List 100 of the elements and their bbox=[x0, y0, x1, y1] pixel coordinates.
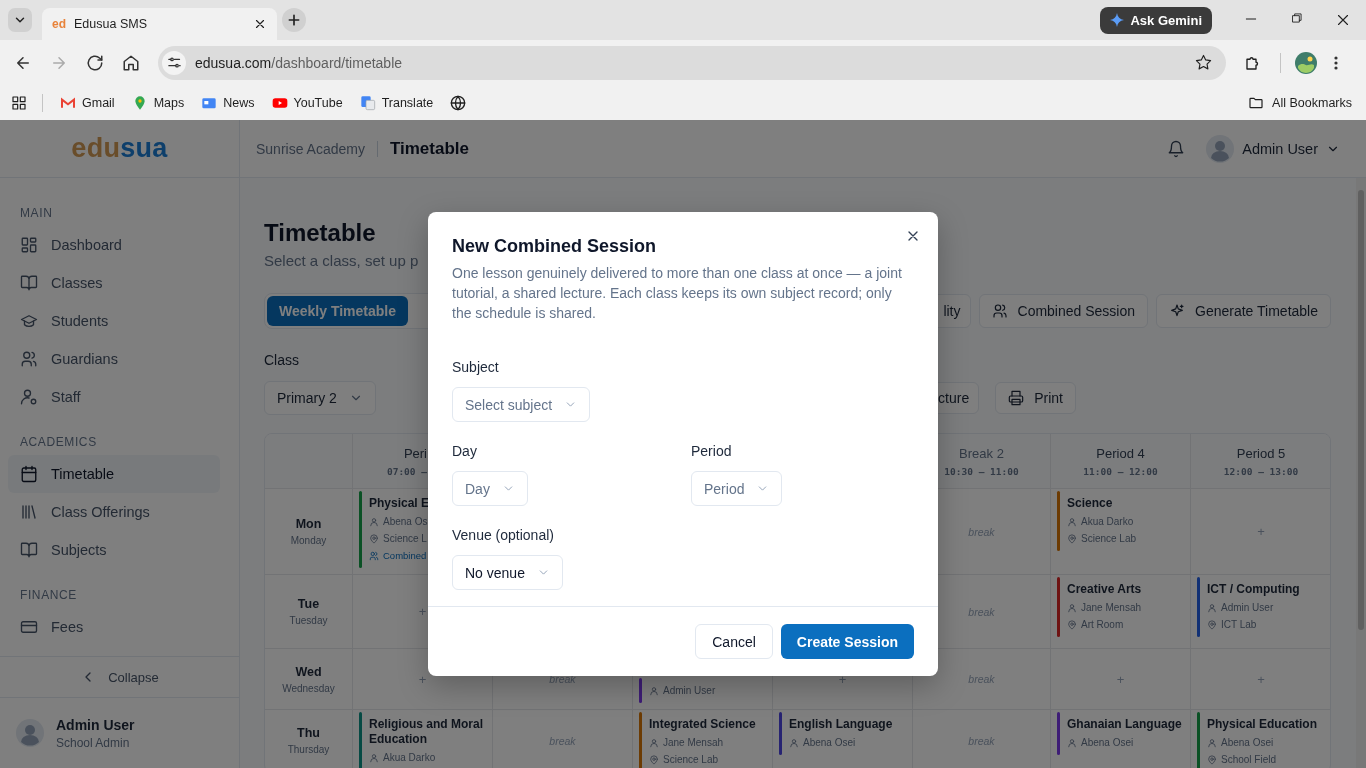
user-menu-button[interactable]: Admin User bbox=[1242, 140, 1340, 157]
class-dropdown[interactable]: Primary 2 bbox=[264, 381, 376, 415]
cancel-button[interactable]: Cancel bbox=[695, 624, 773, 659]
collapse-button[interactable]: Collapse bbox=[80, 669, 159, 685]
subject-name: ICT / Computing bbox=[1207, 581, 1300, 598]
teacher-name: Abena Osei bbox=[1081, 736, 1134, 750]
reload-icon[interactable] bbox=[86, 53, 104, 72]
tool-button[interactable]: Print bbox=[995, 382, 1076, 414]
venue-name: School Field bbox=[1221, 753, 1277, 767]
nav-item[interactable]: Class Offerings bbox=[8, 493, 220, 531]
translate-icon bbox=[359, 94, 376, 111]
day-name: Tue bbox=[297, 597, 320, 611]
globe-icon[interactable] bbox=[450, 94, 467, 111]
teacher-name: Jane Mensah bbox=[1081, 601, 1142, 615]
grid-icon bbox=[20, 236, 38, 254]
field-label: Venue (optional) bbox=[452, 526, 554, 544]
select-field[interactable]: No venue bbox=[452, 555, 563, 590]
browser-tab[interactable]: ed Edusua SMS bbox=[42, 8, 277, 40]
teacher-name: Akua Darko bbox=[1081, 515, 1134, 529]
site-settings-button[interactable] bbox=[162, 50, 186, 75]
person-icon bbox=[649, 685, 659, 696]
time-range: 11:00 — 12:00 bbox=[1083, 465, 1158, 477]
nav-item[interactable]: Dashboard bbox=[8, 226, 220, 264]
select-field[interactable]: Select subject bbox=[452, 387, 591, 422]
combined-tag: Combined bbox=[383, 547, 427, 564]
graduation-cap-icon bbox=[20, 312, 38, 330]
map-pin-icon bbox=[1067, 619, 1077, 630]
school-name: Sunrise Academy bbox=[256, 140, 365, 157]
dialog-title: New Combined Session bbox=[452, 235, 658, 258]
day-full-name: Thursday bbox=[287, 744, 330, 755]
page-title: Timetable bbox=[389, 138, 469, 159]
map-pin-icon bbox=[1207, 754, 1217, 765]
action-button[interactable]: Combined Session bbox=[978, 294, 1149, 328]
nav-item[interactable]: Students bbox=[8, 302, 220, 340]
nav-item[interactable]: Guardians bbox=[8, 340, 220, 378]
credit-card-icon bbox=[20, 618, 38, 636]
nav-item[interactable]: Fees bbox=[8, 608, 220, 646]
star-icon[interactable] bbox=[1195, 54, 1212, 71]
field-label: Day bbox=[452, 442, 477, 460]
column-header: Period 5 bbox=[1236, 445, 1286, 461]
home-icon[interactable] bbox=[122, 53, 140, 72]
favicon: ed bbox=[52, 17, 66, 31]
restore-icon[interactable] bbox=[1290, 11, 1304, 25]
users-icon bbox=[20, 350, 38, 368]
person-icon bbox=[789, 737, 799, 748]
day-full-name: Tuesday bbox=[289, 615, 328, 626]
column-header: Period 4 bbox=[1096, 445, 1145, 461]
column-header: Peri bbox=[403, 445, 427, 461]
bookmark[interactable]: Gmail bbox=[60, 94, 115, 111]
sparkles-icon bbox=[1169, 303, 1186, 319]
scrollbar[interactable] bbox=[1356, 178, 1366, 768]
map-pin-icon bbox=[369, 533, 379, 544]
all-bookmarks-button[interactable]: All Bookmarks bbox=[1248, 94, 1352, 111]
person-icon bbox=[649, 737, 659, 748]
map-pin-icon bbox=[649, 754, 659, 765]
day-full-name: Monday bbox=[290, 535, 327, 546]
subject-name: Physical Education bbox=[1207, 716, 1318, 733]
column-header: Break 2 bbox=[959, 445, 1004, 461]
new-tab-button[interactable] bbox=[282, 8, 306, 32]
venue-name: Science L bbox=[383, 532, 427, 546]
tab-search-button[interactable] bbox=[8, 8, 32, 32]
close-icon[interactable] bbox=[253, 17, 267, 31]
section-title: FINANCE bbox=[19, 587, 77, 604]
heading: Timetable bbox=[264, 218, 376, 248]
profile-avatar[interactable] bbox=[1295, 51, 1317, 74]
person-icon bbox=[369, 516, 379, 527]
nav-item[interactable]: Classes bbox=[8, 264, 220, 302]
teacher-name: Abena Osei bbox=[803, 736, 856, 750]
address-bar[interactable]: edusua.com/dashboard/timetable bbox=[158, 45, 1226, 80]
url-text: edusua.com/dashboard/timetable bbox=[195, 54, 404, 71]
book-icon bbox=[20, 274, 38, 292]
subject-name: Ghanaian Language bbox=[1067, 716, 1182, 733]
subtitle: Select a class, set up p bbox=[264, 251, 419, 271]
bookmark[interactable]: Translate bbox=[359, 94, 434, 111]
bookmark[interactable]: Maps bbox=[131, 94, 185, 111]
apps-icon[interactable] bbox=[11, 94, 27, 111]
field-label: Subject bbox=[452, 358, 499, 376]
teacher-name: Abena Osei bbox=[1221, 736, 1274, 750]
avatar-icon bbox=[16, 719, 44, 747]
create-session-button[interactable]: Create Session bbox=[780, 624, 914, 659]
plus-icon bbox=[286, 12, 302, 28]
action-button[interactable]: Generate Timetable bbox=[1156, 294, 1331, 328]
nav-item[interactable]: Timetable bbox=[8, 455, 220, 493]
subject-name: Religious and Moral Education bbox=[369, 716, 484, 748]
teacher-name: Abena Os bbox=[383, 515, 428, 529]
nav-item[interactable]: Subjects bbox=[8, 531, 220, 569]
bookmark[interactable]: YouTube bbox=[271, 94, 343, 111]
bell-icon[interactable] bbox=[1167, 139, 1186, 158]
field-label: Period bbox=[691, 442, 732, 460]
ask-gemini-button[interactable]: Ask Gemini bbox=[1100, 6, 1212, 34]
tab[interactable]: Weekly Timetable bbox=[267, 296, 408, 326]
subject-name: English Language bbox=[789, 716, 893, 733]
teacher-name: Jane Mensah bbox=[663, 736, 724, 750]
select-field[interactable]: Day bbox=[452, 471, 528, 506]
bookmark[interactable]: News bbox=[201, 94, 255, 111]
select-field[interactable]: Period bbox=[691, 471, 783, 506]
user-gear-icon bbox=[20, 388, 38, 406]
dialog-description: One lesson genuinely delivered to more than one class at once — a joint tutorial, a shared lecture. Each class keeps its own subject record; only the schedule is shared. bbox=[452, 264, 903, 323]
teacher-name: Admin User bbox=[1221, 601, 1274, 615]
nav-item[interactable]: Staff bbox=[8, 378, 220, 416]
